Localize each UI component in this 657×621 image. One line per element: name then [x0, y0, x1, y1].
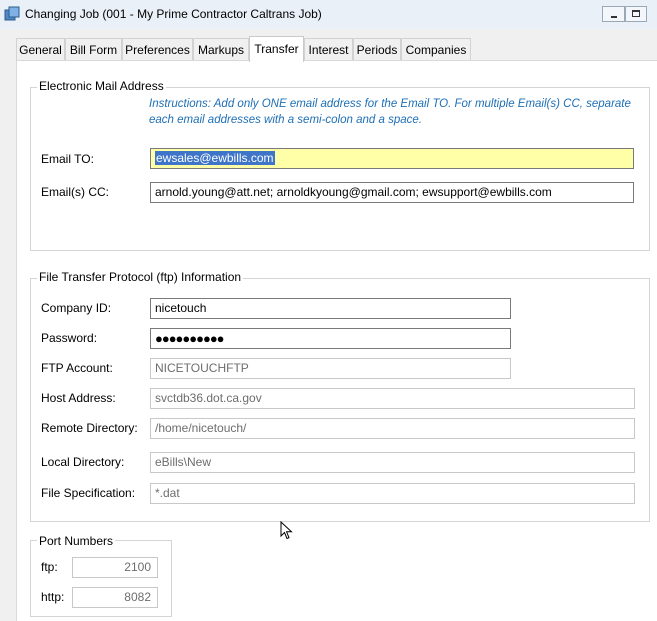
email-to-selected-text: ewsales@ewbills.com: [155, 151, 275, 165]
local-directory-label: Local Directory:: [41, 455, 125, 469]
password-input[interactable]: ●●●●●●●●●●: [150, 328, 511, 349]
tab-companies[interactable]: Companies: [401, 38, 471, 60]
tab-periods[interactable]: Periods: [353, 38, 401, 60]
ftp-group-legend: File Transfer Protocol (ftp) Information: [37, 270, 244, 284]
remote-directory-field[interactable]: /home/nicetouch/: [150, 418, 635, 439]
host-address-label: Host Address:: [41, 391, 116, 405]
file-specification-label: File Specification:: [41, 486, 136, 500]
tab-interest[interactable]: Interest: [304, 38, 353, 60]
title-bar: Changing Job (001 - My Prime Contractor …: [0, 0, 657, 30]
tab-bill-form[interactable]: Bill Form: [65, 38, 122, 60]
http-port-label: http:: [41, 590, 65, 604]
tab-general[interactable]: General: [16, 38, 65, 60]
ftp-account-label: FTP Account:: [41, 361, 113, 375]
email-group-legend: Electronic Mail Address: [37, 79, 166, 93]
local-directory-field[interactable]: eBills\New: [150, 452, 635, 473]
mouse-pointer-icon: [280, 521, 293, 540]
host-address-field[interactable]: svctdb36.dot.ca.gov: [150, 388, 635, 409]
window-title: Changing Job (001 - My Prime Contractor …: [25, 7, 322, 21]
company-id-input[interactable]: nicetouch: [150, 298, 511, 319]
email-cc-input[interactable]: arnold.young@att.net; arnoldkyoung@gmail…: [150, 182, 634, 203]
maximize-button[interactable]: [625, 6, 647, 22]
app-icon: [4, 6, 20, 21]
email-to-label: Email TO:: [41, 152, 94, 166]
password-label: Password:: [41, 331, 98, 345]
http-port-field[interactable]: 8082: [72, 587, 158, 608]
port-numbers-legend: Port Numbers: [37, 534, 116, 548]
remote-directory-label: Remote Directory:: [41, 421, 138, 435]
minimize-button[interactable]: [602, 6, 625, 22]
tab-markups[interactable]: Markups: [193, 38, 249, 60]
left-margin: [0, 60, 16, 621]
email-cc-label: Email(s) CC:: [41, 185, 109, 199]
file-specification-field[interactable]: *.dat: [150, 483, 635, 504]
email-to-input[interactable]: ewsales@ewbills.com: [150, 148, 634, 169]
ftp-port-field[interactable]: 2100: [72, 557, 158, 578]
tab-preferences[interactable]: Preferences: [122, 38, 193, 60]
email-instructions-line1: Instructions: Add only ONE email address…: [149, 98, 631, 110]
ftp-account-field[interactable]: NICETOUCHFTP: [150, 358, 511, 379]
transfer-panel: Electronic Mail Address Instructions: Ad…: [16, 60, 657, 621]
ftp-port-label: ftp:: [41, 560, 58, 574]
email-instructions-line2: each email addresses with a semi-colon a…: [149, 114, 422, 126]
tab-strip: General Bill Form Preferences Markups Tr…: [0, 29, 657, 62]
company-id-label: Company ID:: [41, 301, 112, 315]
password-mask: ●●●●●●●●●●: [155, 331, 225, 346]
tab-transfer[interactable]: Transfer: [249, 36, 304, 62]
